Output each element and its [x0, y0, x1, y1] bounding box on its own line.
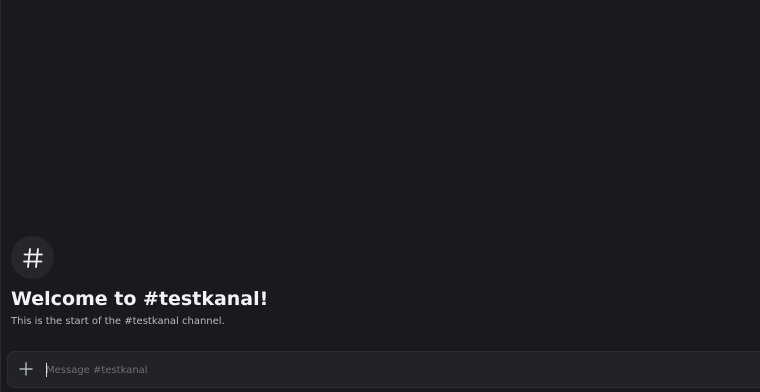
plus-icon	[19, 361, 33, 380]
attach-button[interactable]	[16, 360, 36, 380]
hashtag-icon	[21, 246, 45, 270]
welcome-title: Welcome to #testkanal!	[11, 288, 269, 310]
welcome-subtitle: This is the start of the #testkanal chan…	[11, 316, 225, 327]
channel-icon-badge	[11, 236, 54, 279]
channel-view: Welcome to #testkanal! This is the start…	[0, 0, 760, 392]
message-composer	[7, 351, 760, 388]
channel-welcome: Welcome to #testkanal! This is the start…	[11, 236, 611, 329]
message-input[interactable]	[46, 360, 646, 380]
